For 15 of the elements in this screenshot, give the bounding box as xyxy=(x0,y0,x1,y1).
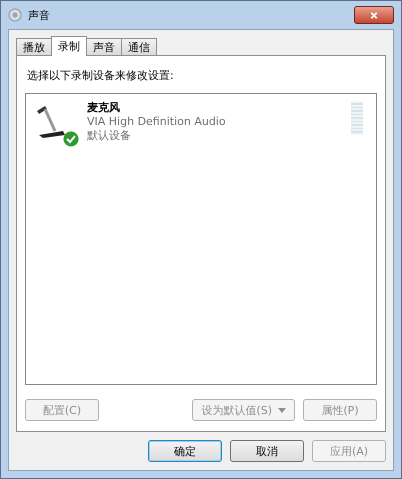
window-title: 声音 xyxy=(28,8,50,22)
dialog-button[interactable]: 确定 xyxy=(148,440,222,462)
dialog-button[interactable]: 取消 xyxy=(230,440,304,462)
caret-icon xyxy=(278,408,286,412)
close-icon xyxy=(369,10,379,20)
tab[interactable]: 声音 xyxy=(86,38,122,55)
tab[interactable]: 播放 xyxy=(16,38,52,55)
instruction-text: 选择以下录制设备来修改设置: xyxy=(27,68,175,83)
device-status: 默认设备 xyxy=(87,129,132,143)
close-button[interactable] xyxy=(354,6,394,24)
device-driver: VIA High Definition Audio xyxy=(87,115,226,129)
device-item[interactable]: 麦克风 VIA High Definition Audio 默认设备 xyxy=(29,97,373,153)
device-name: 麦克风 xyxy=(87,101,121,115)
tab[interactable]: 通信 xyxy=(121,38,157,55)
tab[interactable]: 录制 xyxy=(51,36,87,56)
